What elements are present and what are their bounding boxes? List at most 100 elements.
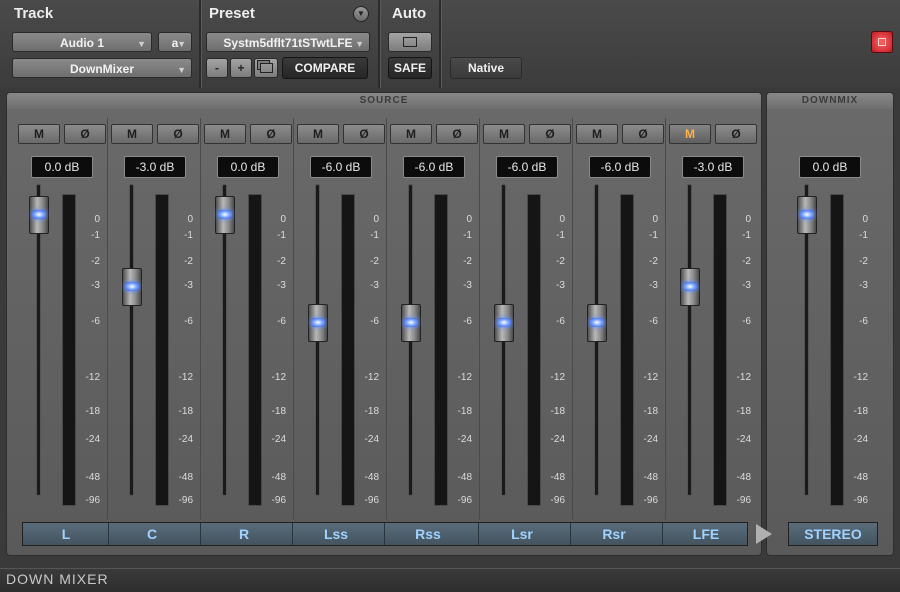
- gain-readout[interactable]: 0.0 dB: [799, 156, 861, 178]
- fader-knob[interactable]: [29, 196, 49, 234]
- meter-scale-label: -6: [370, 316, 379, 327]
- fader-knob[interactable]: [587, 304, 607, 342]
- meter-scale-label: -24: [85, 434, 100, 445]
- meter-scale-label: -48: [550, 472, 565, 483]
- phase-invert-button[interactable]: Ø: [343, 124, 385, 144]
- meter-scale-label: -3: [370, 280, 379, 291]
- track-select[interactable]: Audio 1 ▼: [12, 32, 152, 52]
- meter-scale-label: -12: [643, 372, 658, 383]
- meter-scale-label: -48: [271, 472, 286, 483]
- meter-scale-label: -24: [853, 434, 868, 445]
- meter-scale-label: -48: [457, 472, 472, 483]
- gain-readout[interactable]: 0.0 dB: [31, 156, 93, 178]
- copy-settings-button[interactable]: [254, 58, 278, 78]
- plugin-select[interactable]: DownMixer ▼: [12, 58, 192, 78]
- power-icon: [878, 38, 886, 46]
- mute-button[interactable]: M: [111, 124, 153, 144]
- preset-select[interactable]: Systm5dflt71tSTwtLFE ▼: [206, 32, 370, 52]
- fader-knob[interactable]: [401, 304, 421, 342]
- plugin-name: DOWN MIXER: [6, 571, 109, 587]
- phase-invert-button[interactable]: Ø: [250, 124, 292, 144]
- phase-invert-button[interactable]: Ø: [622, 124, 664, 144]
- gain-readout[interactable]: -6.0 dB: [310, 156, 372, 178]
- phase-invert-button[interactable]: Ø: [715, 124, 757, 144]
- meter-scale-label: -3: [463, 280, 472, 291]
- fader-knob[interactable]: [680, 268, 700, 306]
- phase-invert-button[interactable]: Ø: [64, 124, 106, 144]
- meter-scale-label: -1: [91, 230, 100, 241]
- fader-knob[interactable]: [215, 196, 235, 234]
- bypass-power-button[interactable]: [871, 31, 893, 53]
- meter-scale-label: -24: [736, 434, 751, 445]
- phase-invert-button[interactable]: Ø: [529, 124, 571, 144]
- mute-button[interactable]: M: [576, 124, 618, 144]
- meter-scale-label: 0: [862, 214, 868, 225]
- header-divider: [439, 0, 442, 88]
- meter-scale-label: -24: [457, 434, 472, 445]
- meter-scale-label: -24: [550, 434, 565, 445]
- meter-scale-label: -1: [859, 230, 868, 241]
- fader-track: [129, 184, 134, 496]
- mute-button[interactable]: M: [483, 124, 525, 144]
- meter-scale-label: -2: [463, 256, 472, 267]
- gain-readout[interactable]: -3.0 dB: [124, 156, 186, 178]
- mute-button[interactable]: M: [297, 124, 339, 144]
- meter-scale-label: -3: [91, 280, 100, 291]
- gain-readout[interactable]: -6.0 dB: [589, 156, 651, 178]
- fader-knob[interactable]: [494, 304, 514, 342]
- meter-scale-label: -6: [184, 316, 193, 327]
- previous-preset-button[interactable]: -: [206, 58, 228, 78]
- arrow-right-icon: [756, 524, 772, 544]
- mute-button[interactable]: M: [204, 124, 246, 144]
- meter-scale-label: -12: [364, 372, 379, 383]
- mute-button[interactable]: M: [18, 124, 60, 144]
- meter-scale-label: -1: [742, 230, 751, 241]
- gain-readout[interactable]: -3.0 dB: [682, 156, 744, 178]
- meter-scale-label: -24: [364, 434, 379, 445]
- meter-scale-label: -24: [643, 434, 658, 445]
- phase-invert-button[interactable]: Ø: [436, 124, 478, 144]
- header-divider: [199, 0, 202, 88]
- fader-knob[interactable]: [797, 196, 817, 234]
- gain-readout[interactable]: 0.0 dB: [217, 156, 279, 178]
- native-button[interactable]: Native: [450, 57, 522, 79]
- preset-menu-icon[interactable]: ▼: [353, 6, 369, 22]
- channel-strip-lsr: M Ø -6.0 dB 0 -1 -2 -3 -6 -12 -18 -24 -48 -96: [481, 114, 573, 554]
- meter-scale-label: -3: [184, 280, 193, 291]
- next-preset-button[interactable]: +: [230, 58, 252, 78]
- meter-scale-label: 0: [559, 214, 565, 225]
- meter-scale-label: -1: [184, 230, 193, 241]
- fader-knob[interactable]: [122, 268, 142, 306]
- fader-knob[interactable]: [308, 304, 328, 342]
- meter-scale-label: 0: [745, 214, 751, 225]
- gain-readout[interactable]: -6.0 dB: [496, 156, 558, 178]
- level-meter: [155, 194, 169, 506]
- meter-scale-label: 0: [94, 214, 100, 225]
- meter-scale-label: -18: [457, 406, 472, 417]
- phase-invert-button[interactable]: Ø: [157, 124, 199, 144]
- level-meter: [341, 194, 355, 506]
- channel-name-lsr: Lsr: [511, 526, 533, 542]
- strip-divider: [479, 118, 480, 520]
- channel-select[interactable]: a ▼: [158, 32, 192, 52]
- channel-strip-l: M Ø 0.0 dB 0 -1 -2 -3 -6 -12 -18 -24 -48 -96: [16, 114, 108, 554]
- meter-scale-label: -2: [277, 256, 286, 267]
- automation-window-button[interactable]: [388, 32, 432, 52]
- gain-readout[interactable]: -6.0 dB: [403, 156, 465, 178]
- meter-scale-label: -18: [85, 406, 100, 417]
- meter-scale-label: 0: [187, 214, 193, 225]
- meter-scale-label: -2: [184, 256, 193, 267]
- meter-scale-label: -3: [859, 280, 868, 291]
- track-section-title: Track: [14, 5, 54, 22]
- mute-button[interactable]: M: [669, 124, 711, 144]
- meter-scale-label: 0: [652, 214, 658, 225]
- strip-divider: [293, 118, 294, 520]
- meter-scale-label: -18: [364, 406, 379, 417]
- compare-button[interactable]: COMPARE: [282, 57, 368, 79]
- meter-scale-label: -6: [463, 316, 472, 327]
- preset-select-value: Systm5dflt71tSTwtLFE: [223, 36, 353, 50]
- mute-button[interactable]: M: [390, 124, 432, 144]
- level-meter: [434, 194, 448, 506]
- meter-scale-label: -18: [853, 406, 868, 417]
- safe-button[interactable]: SAFE: [388, 57, 432, 79]
